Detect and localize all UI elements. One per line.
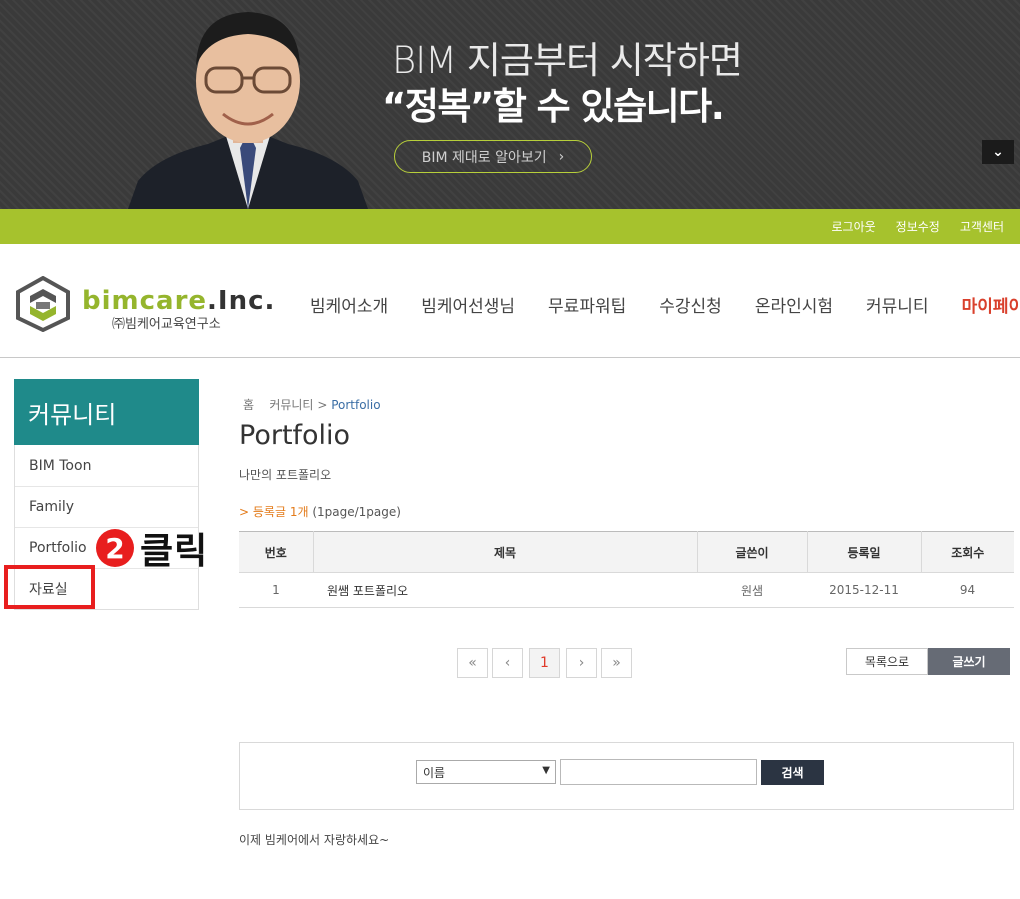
col-header-date: 등록일 [806, 531, 922, 573]
support-link[interactable]: 고객센터 [960, 218, 1004, 235]
nav-item-about[interactable]: 빔케어소개 [310, 292, 388, 317]
col-header-views: 조회수 [920, 531, 1014, 573]
logo-part2: .Inc. [207, 286, 276, 316]
banner-collapse-button[interactable]: ⌄ [982, 140, 1014, 164]
utility-bar: 로그아웃 정보수정 고객센터 [0, 209, 1020, 244]
write-button[interactable]: 글쓰기 [928, 648, 1010, 675]
pagination: « ‹ 1 › » [457, 648, 632, 678]
bimcare-logo-icon[interactable] [16, 276, 70, 332]
post-count-pages: (1page/1page) [312, 505, 401, 519]
main-nav: 빔케어소개 빔케어선생님 무료파워팁 수강신청 온라인시험 커뮤니티 마이페이지 [310, 292, 1020, 317]
page-subtitle: 나만의 포트폴리오 [239, 468, 332, 482]
col-header-number: 번호 [239, 531, 314, 573]
footer-message: 이제 빔케어에서 자랑하세요~ [239, 833, 390, 847]
page-number-current[interactable]: 1 [529, 648, 560, 678]
logout-link[interactable]: 로그아웃 [831, 218, 875, 235]
cell-date: 2015-12-11 [807, 572, 921, 608]
edit-info-link[interactable]: 정보수정 [896, 218, 940, 235]
list-button[interactable]: 목록으로 [846, 648, 928, 675]
search-field-value: 이름 [423, 765, 446, 780]
banner-tagline: “정복”할 수 있습니다. [382, 85, 725, 128]
search-field-select[interactable]: 이름 ▼ [416, 760, 556, 784]
page-title: Portfolio [239, 420, 351, 451]
nav-item-online-exam[interactable]: 온라인시험 [755, 292, 833, 317]
logo-part1: bimcare [82, 286, 208, 316]
col-header-author: 글쓴이 [696, 531, 808, 573]
learn-bim-label: BIM 제대로 알아보기 [421, 149, 547, 166]
nav-item-teachers[interactable]: 빔케어선생님 [421, 292, 515, 317]
search-input[interactable] [560, 759, 757, 785]
cell-author: 원샘 [697, 572, 807, 608]
col-header-title: 제목 [312, 531, 698, 573]
breadcrumb-section[interactable]: 커뮤니티 [269, 398, 313, 412]
learn-bim-button[interactable]: BIM 제대로 알아보기 › [394, 140, 592, 173]
post-count-label: 등록글 1개 [252, 505, 309, 519]
last-page-button[interactable]: » [601, 648, 632, 678]
archive-highlight-box [4, 565, 95, 609]
sidebar-item-bim-toon[interactable]: BIM Toon [15, 445, 198, 486]
sidebar-item-family[interactable]: Family [15, 486, 198, 527]
annotation-text: 클릭 [140, 531, 209, 572]
prev-page-button[interactable]: ‹ [492, 648, 523, 678]
table-header-row: 번호 제목 글쓴이 등록일 조회수 [239, 531, 1014, 573]
click-annotation: 2 클릭 [96, 522, 208, 574]
nav-item-enroll[interactable]: 수강신청 [659, 292, 722, 317]
table-row[interactable]: 1 원쌤 포트폴리오 원샘 2015-12-11 94 [239, 572, 1014, 608]
instructor-photo [128, 12, 368, 209]
chevron-down-icon: ⌄ [992, 144, 1004, 160]
post-table: 번호 제목 글쓴이 등록일 조회수 1 원쌤 포트폴리오 원샘 2015-12-… [239, 531, 1014, 608]
next-page-button[interactable]: › [566, 648, 597, 678]
breadcrumb-home[interactable]: 홈 [243, 398, 254, 412]
breadcrumb: 홈 커뮤니티 > Portfolio [243, 396, 381, 413]
annotation-number: 2 [96, 529, 134, 567]
nav-item-community[interactable]: 커뮤니티 [866, 292, 929, 317]
cell-views: 94 [921, 572, 1014, 608]
dropdown-arrow-icon: ▼ [542, 765, 550, 776]
post-count: > 등록글 1개 (1page/1page) [239, 503, 401, 520]
breadcrumb-separator: > [317, 398, 328, 412]
hero-banner: BIM 지금부터 시작하면 “정복”할 수 있습니다. BIM 제대로 알아보기… [0, 0, 1020, 209]
logo-subtitle: ㈜빔케어교육연구소 [112, 317, 221, 332]
nav-item-mypage[interactable]: 마이페이지 [962, 292, 1020, 317]
search-button[interactable]: 검색 [761, 760, 824, 785]
chevron-right-icon: › [558, 148, 565, 165]
nav-item-free-tips[interactable]: 무료파워팁 [548, 292, 626, 317]
breadcrumb-current: Portfolio [331, 398, 381, 412]
site-header: bimcare.Inc. ㈜빔케어교육연구소 빔케어소개 빔케어선생님 무료파워… [0, 244, 1020, 358]
chevron-right-icon: > [239, 505, 250, 519]
first-page-button[interactable]: « [457, 648, 488, 678]
sidebar-title: 커뮤니티 [14, 379, 199, 445]
cell-title-link[interactable]: 원쌤 포트폴리오 [313, 572, 697, 608]
cell-number: 1 [239, 572, 313, 608]
logo-wordmark[interactable]: bimcare.Inc. [82, 286, 275, 316]
search-panel: 이름 ▼ 검색 [239, 742, 1014, 810]
